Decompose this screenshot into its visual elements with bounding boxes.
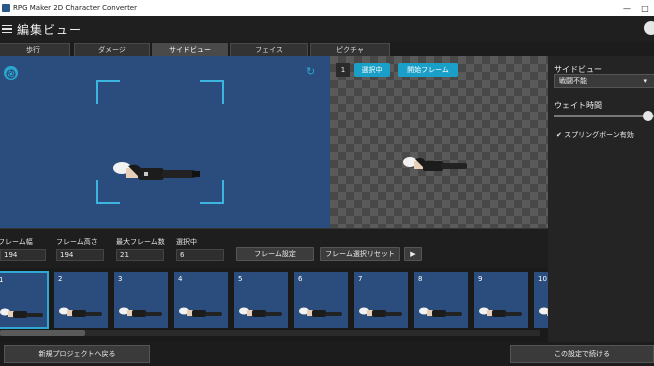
- frame-thumbnail-sprite: [299, 307, 342, 317]
- tab-bar: 歩行 ダメージ サイドビュー フェイス ピクチャ: [0, 42, 548, 56]
- page-title: 編集ビュー: [17, 22, 83, 37]
- frame-thumbnail-number: 9: [478, 275, 483, 283]
- frame-number: 1: [336, 63, 350, 77]
- frame-thumbnail[interactable]: 3: [113, 271, 169, 329]
- frame-thumbnail[interactable]: 8: [413, 271, 469, 329]
- selected-count-field[interactable]: 6: [176, 249, 224, 261]
- footer: 新規プロジェクトへ戻る この設定で続ける: [0, 342, 654, 366]
- tab-face[interactable]: フェイス: [230, 43, 308, 56]
- frame-strip: 1 2 3 4 5 6 7 8 9 10: [0, 268, 548, 342]
- frame-thumbnail-sprite: [479, 307, 522, 317]
- frame-thumbnail-number: 7: [358, 275, 363, 283]
- settings-panel: サイドビュー 戦闘不能 ▾ ウェイト時間 ✔ スプリングボーン有効: [548, 56, 654, 342]
- app-bar: 編集ビュー: [0, 16, 654, 42]
- frame-thumbnail-sprite: [239, 307, 282, 317]
- spring-bone-label: スプリングボーン有効: [564, 131, 634, 139]
- start-frame-button[interactable]: 開始フレーム: [398, 63, 458, 77]
- frame-thumbnail-number: 1: [0, 276, 4, 284]
- frame-corner-top-right: [200, 80, 224, 104]
- frame-thumbnail[interactable]: 5: [233, 271, 289, 329]
- selected-button[interactable]: 選択中: [354, 63, 390, 77]
- profile-icon[interactable]: [644, 21, 654, 35]
- tab-picture[interactable]: ピクチャ: [310, 43, 390, 56]
- play-button[interactable]: ▶: [404, 247, 422, 261]
- max-frames-field[interactable]: 21: [116, 249, 164, 261]
- frame-thumbnail-sprite: [359, 307, 402, 317]
- frame-thumbnail[interactable]: 10: [533, 271, 548, 329]
- frame-thumbnail[interactable]: 2: [53, 271, 109, 329]
- frame-height-field[interactable]: 194: [56, 249, 104, 261]
- frame-thumbnail[interactable]: 9: [473, 271, 529, 329]
- frame-width-field[interactable]: 194: [0, 249, 46, 261]
- frame-thumbnail-sprite: [539, 307, 548, 316]
- dropdown-arrow-icon: ▾: [643, 77, 647, 85]
- back-to-new-project-button[interactable]: 新規プロジェクトへ戻る: [4, 345, 150, 363]
- frame-height-label: フレーム高さ: [56, 238, 98, 246]
- max-frames-label: 最大フレーム数: [116, 238, 165, 246]
- frame-corner-top-left: [96, 80, 120, 104]
- wait-time-slider-knob[interactable]: [643, 111, 654, 121]
- frame-thumbnail-number: 4: [178, 275, 183, 283]
- frame-strip-scrollbar[interactable]: [0, 330, 540, 336]
- sideview-select[interactable]: 戦闘不能 ▾: [554, 74, 654, 88]
- scrollbar-thumb[interactable]: [0, 330, 85, 336]
- frame-thumbnail-number: 2: [58, 275, 63, 283]
- continue-button[interactable]: この設定で続ける: [510, 345, 654, 363]
- window-title: RPG Maker 2D Character Converter: [13, 4, 137, 12]
- frame-thumbnail-sprite: [59, 307, 102, 317]
- tab-damage[interactable]: ダメージ: [74, 43, 150, 56]
- frame-sprite: [403, 157, 467, 171]
- maximize-icon[interactable]: □: [636, 0, 654, 16]
- tab-sideview[interactable]: サイドビュー: [152, 43, 228, 56]
- frame-thumbnail-number: 5: [238, 275, 243, 283]
- frame-thumbnail-number: 6: [298, 275, 303, 283]
- frame-thumbnail[interactable]: 1: [0, 271, 49, 329]
- wait-time-slider[interactable]: [554, 115, 654, 117]
- spring-bone-checkbox[interactable]: ✔ スプリングボーン有効: [556, 130, 634, 140]
- frame-thumbnail-sprite: [119, 307, 162, 317]
- wait-time-label: ウェイト時間: [554, 101, 602, 110]
- menu-icon[interactable]: [2, 23, 12, 36]
- frame-thumbnail-sprite: [0, 308, 43, 318]
- frame-width-label: フレーム幅: [0, 238, 33, 246]
- rotate-icon[interactable]: ↻: [306, 66, 318, 78]
- frame-thumbnail[interactable]: 6: [293, 271, 349, 329]
- selected-count-label: 選択中: [176, 238, 197, 246]
- frame-thumbnail-sprite: [419, 307, 462, 317]
- tab-walk[interactable]: 歩行: [0, 43, 70, 56]
- frame-preview: 1 選択中 開始フレーム: [330, 56, 548, 228]
- minimize-icon[interactable]: —: [618, 0, 636, 16]
- character-model: [113, 162, 200, 180]
- frame-thumbnail[interactable]: 7: [353, 271, 409, 329]
- frame-thumbnail-sprite: [179, 307, 222, 317]
- model-preview[interactable]: ↻: [0, 56, 330, 228]
- camera-shutter-icon[interactable]: [4, 66, 18, 80]
- frame-reset-button[interactable]: フレーム選択リセット: [320, 247, 400, 261]
- window-titlebar: RPG Maker 2D Character Converter — □: [0, 0, 654, 16]
- frame-settings-button[interactable]: フレーム設定: [236, 247, 314, 261]
- frame-thumbnail-number: 10: [538, 275, 547, 283]
- frame-thumbnail-number: 8: [418, 275, 423, 283]
- frame-info-bar: フレーム幅 194 フレーム高さ 194 最大フレーム数 21 選択中 6 フレ…: [0, 228, 548, 268]
- frame-thumbnail-number: 3: [118, 275, 123, 283]
- app-icon: [2, 4, 10, 12]
- frame-thumbnail[interactable]: 4: [173, 271, 229, 329]
